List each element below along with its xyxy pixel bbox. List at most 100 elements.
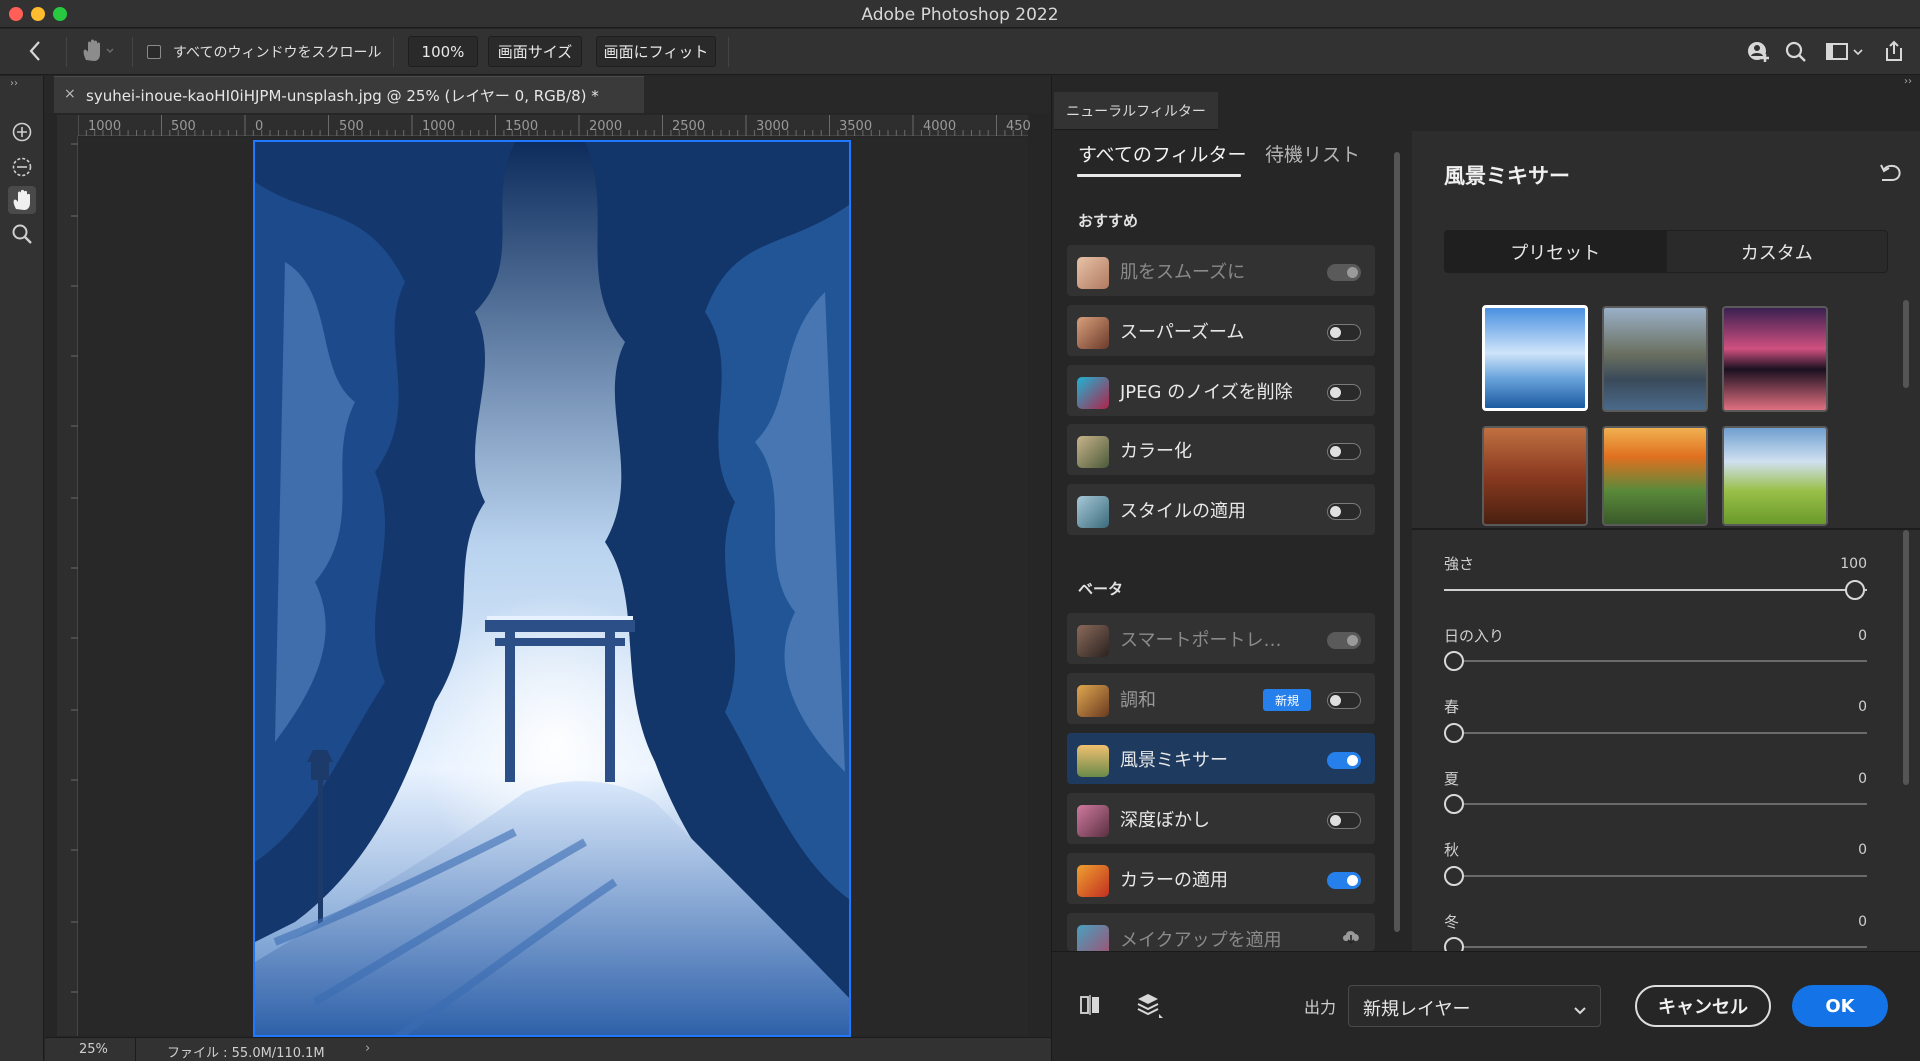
filter-toggle[interactable] bbox=[1327, 503, 1361, 520]
filter-toggle[interactable] bbox=[1327, 632, 1361, 649]
document-title: syuhei-inoue-kaoHI0iHJPM-unsplash.jpg @ … bbox=[86, 87, 599, 105]
strength-slider-knob[interactable] bbox=[1845, 580, 1865, 600]
hand-tool-preset-icon[interactable] bbox=[80, 38, 116, 68]
filter-label: メイクアップを適用 bbox=[1120, 930, 1282, 951]
winter-value: 0 bbox=[1858, 914, 1867, 930]
preset-sunset-peak[interactable] bbox=[1722, 306, 1828, 412]
options-bar: すべてのウィンドウをスクロール 100% 画面サイズ 画面にフィット bbox=[0, 29, 1920, 75]
tab-all-filters[interactable]: すべてのフィルター bbox=[1078, 140, 1247, 167]
reset-icon[interactable] bbox=[1878, 162, 1904, 188]
zoom-level[interactable]: 25% bbox=[79, 1042, 108, 1057]
cloud-download-icon[interactable] bbox=[1341, 928, 1361, 948]
filter-item-makeup-transfer[interactable]: メイクアップを適用 bbox=[1067, 913, 1375, 951]
filter-item-jpeg-artifacts[interactable]: JPEG のノイズを削除 bbox=[1067, 365, 1375, 416]
custom-tab[interactable]: カスタム bbox=[1665, 231, 1888, 272]
file-size-info: ファイル : 55.0M/110.1M bbox=[167, 1046, 325, 1061]
search-icon[interactable] bbox=[1784, 40, 1808, 68]
winter-slider-knob[interactable] bbox=[1444, 937, 1464, 951]
vertical-ruler[interactable] bbox=[57, 136, 78, 1036]
settings-scrollbar[interactable] bbox=[1903, 530, 1909, 785]
filter-item-super-zoom[interactable]: スーパーズーム bbox=[1067, 305, 1375, 356]
filter-item-colorize[interactable]: カラー化 bbox=[1067, 424, 1375, 475]
scroll-all-windows-checkbox[interactable] bbox=[147, 45, 161, 59]
show-original-icon[interactable] bbox=[1078, 993, 1102, 1021]
filter-toggle[interactable] bbox=[1327, 384, 1361, 401]
filter-item-landscape-mixer[interactable]: 風景ミキサー bbox=[1067, 733, 1375, 784]
color-transfer-thumbnail-icon bbox=[1077, 865, 1109, 897]
horizontal-ruler[interactable]: 1000 500 0 500 1000 1500 2000 2500 3000 … bbox=[78, 115, 1031, 136]
preset-canyon[interactable] bbox=[1482, 426, 1588, 526]
summer-label: 夏 bbox=[1444, 770, 1460, 788]
beta-section-label: ベータ bbox=[1078, 580, 1124, 598]
summer-slider-track[interactable] bbox=[1444, 803, 1867, 805]
divider bbox=[393, 37, 394, 67]
filter-item-skin-smoothing[interactable]: 肌をスムーズに bbox=[1067, 245, 1375, 296]
filter-toggle[interactable] bbox=[1327, 812, 1361, 829]
hand-tool-icon[interactable] bbox=[8, 186, 36, 214]
filter-toggle[interactable] bbox=[1327, 264, 1361, 281]
sunset-slider-track[interactable] bbox=[1444, 660, 1867, 662]
fit-screen-button[interactable]: 画面にフィット bbox=[596, 36, 716, 67]
filter-item-smart-portrait[interactable]: スマートポートレ… bbox=[1067, 613, 1375, 664]
winter-slider-track[interactable] bbox=[1444, 946, 1867, 948]
layer-preview-icon[interactable] bbox=[1136, 991, 1164, 1023]
preset-snowy-mountain[interactable] bbox=[1482, 305, 1588, 411]
zoom-tool-icon[interactable] bbox=[8, 220, 36, 248]
filter-toggle[interactable] bbox=[1327, 872, 1361, 889]
filter-list-scrollbar[interactable] bbox=[1394, 152, 1400, 932]
autumn-value: 0 bbox=[1858, 842, 1867, 858]
output-select[interactable]: 新規レイヤー bbox=[1348, 985, 1601, 1027]
ruler-tick-label: 450 bbox=[1006, 119, 1031, 134]
filter-label: 調和 bbox=[1120, 690, 1156, 711]
filter-label: スタイルの適用 bbox=[1120, 501, 1246, 522]
filter-toggle[interactable] bbox=[1327, 443, 1361, 460]
autumn-slider-knob[interactable] bbox=[1444, 866, 1464, 886]
tools-panel: ›› bbox=[0, 76, 44, 1061]
preset-mountain-lake[interactable] bbox=[1602, 306, 1708, 412]
zoom-100-button[interactable]: 100% bbox=[408, 36, 478, 67]
neural-filters-tab[interactable]: ニューラルフィルター bbox=[1054, 92, 1218, 130]
cancel-button[interactable]: キャンセル bbox=[1635, 985, 1771, 1027]
filter-item-color-transfer[interactable]: カラーの適用 bbox=[1067, 853, 1375, 904]
collapse-panel-icon[interactable]: ›› bbox=[1904, 76, 1912, 87]
spring-slider-track[interactable] bbox=[1444, 732, 1867, 734]
ruler-tick-label: 0 bbox=[255, 119, 264, 134]
strength-slider-track[interactable] bbox=[1444, 589, 1867, 591]
chevron-right-icon[interactable]: › bbox=[365, 1041, 370, 1056]
summer-slider-knob[interactable] bbox=[1444, 794, 1464, 814]
sunset-slider-knob[interactable] bbox=[1444, 651, 1464, 671]
filter-toggle[interactable] bbox=[1327, 752, 1361, 769]
zoom-in-tool-icon[interactable] bbox=[8, 118, 36, 146]
preset-green-valley[interactable] bbox=[1722, 426, 1828, 526]
portrait-thumbnail-icon bbox=[1077, 625, 1109, 657]
back-arrow-icon[interactable] bbox=[26, 38, 44, 68]
title-bar: Adobe Photoshop 2022 bbox=[0, 0, 1920, 28]
learn-people-icon[interactable] bbox=[1746, 40, 1772, 68]
strength-value: 100 bbox=[1840, 556, 1867, 572]
collapse-panel-icon[interactable]: ›› bbox=[10, 78, 18, 89]
filter-item-harmonization[interactable]: 調和 新規 bbox=[1067, 673, 1375, 724]
spring-slider-knob[interactable] bbox=[1444, 723, 1464, 743]
zoom-out-tool-icon[interactable] bbox=[8, 153, 36, 181]
ok-button[interactable]: OK bbox=[1792, 985, 1888, 1027]
new-badge: 新規 bbox=[1263, 689, 1311, 711]
output-selected-value: 新規レイヤー bbox=[1363, 999, 1471, 1020]
filter-item-style-transfer[interactable]: スタイルの適用 bbox=[1067, 484, 1375, 535]
preset-sunrise-hills[interactable] bbox=[1602, 426, 1708, 526]
document-tab[interactable]: × syuhei-inoue-kaoHI0iHJPM-unsplash.jpg … bbox=[54, 76, 644, 113]
screen-size-button[interactable]: 画面サイズ bbox=[488, 36, 582, 67]
share-icon[interactable] bbox=[1882, 39, 1906, 67]
preset-scrollbar[interactable] bbox=[1903, 300, 1909, 388]
filter-toggle[interactable] bbox=[1327, 692, 1361, 709]
close-tab-icon[interactable]: × bbox=[64, 86, 76, 102]
document-image[interactable] bbox=[253, 140, 851, 1037]
filter-item-depth-blur[interactable]: 深度ぼかし bbox=[1067, 793, 1375, 844]
workspace-icon[interactable] bbox=[1826, 42, 1866, 66]
preset-tab[interactable]: プリセット bbox=[1445, 231, 1666, 272]
snowy-forest-path-image bbox=[255, 142, 849, 1035]
window-title: Adobe Photoshop 2022 bbox=[861, 5, 1059, 25]
tab-waitlist[interactable]: 待機リスト bbox=[1265, 140, 1360, 167]
divider bbox=[132, 37, 133, 67]
autumn-slider-track[interactable] bbox=[1444, 875, 1867, 877]
filter-toggle[interactable] bbox=[1327, 324, 1361, 341]
